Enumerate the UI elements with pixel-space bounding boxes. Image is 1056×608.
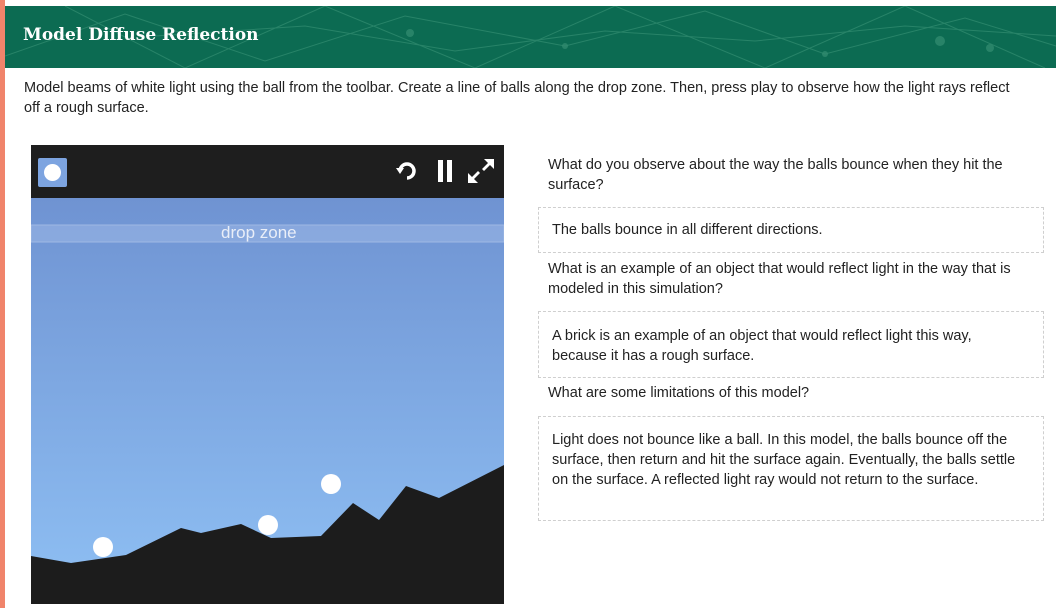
pause-icon[interactable] bbox=[431, 157, 459, 185]
page-header: Model Diffuse Reflection bbox=[5, 6, 1056, 68]
instructions-text: Model beams of white light using the bal… bbox=[24, 80, 1010, 116]
ball[interactable] bbox=[258, 515, 278, 535]
question-3: What are some limitations of this model? bbox=[548, 385, 810, 401]
answer-3[interactable]: Light does not bounce like a ball. In th… bbox=[538, 416, 1044, 521]
simulation-canvas[interactable] bbox=[31, 198, 504, 604]
fullscreen-icon[interactable] bbox=[467, 157, 495, 185]
page-title: Model Diffuse Reflection bbox=[23, 25, 259, 45]
ball-tool-button[interactable] bbox=[38, 158, 67, 187]
question-2: What is an example of an object that wou… bbox=[548, 261, 1011, 297]
simulation-toolbar bbox=[31, 145, 504, 198]
reset-icon[interactable] bbox=[393, 157, 421, 185]
drop-zone-label: drop zone bbox=[221, 223, 297, 242]
answer-2[interactable]: A brick is an example of an object that … bbox=[538, 311, 1044, 378]
answer-1[interactable]: The balls bounce in all different direct… bbox=[538, 207, 1044, 253]
question-1: What do you observe about the way the ba… bbox=[548, 157, 1003, 193]
simulation-panel[interactable]: drop zone bbox=[31, 145, 504, 604]
left-accent-bar bbox=[0, 0, 5, 608]
ball[interactable] bbox=[93, 537, 113, 557]
ball[interactable] bbox=[321, 474, 341, 494]
